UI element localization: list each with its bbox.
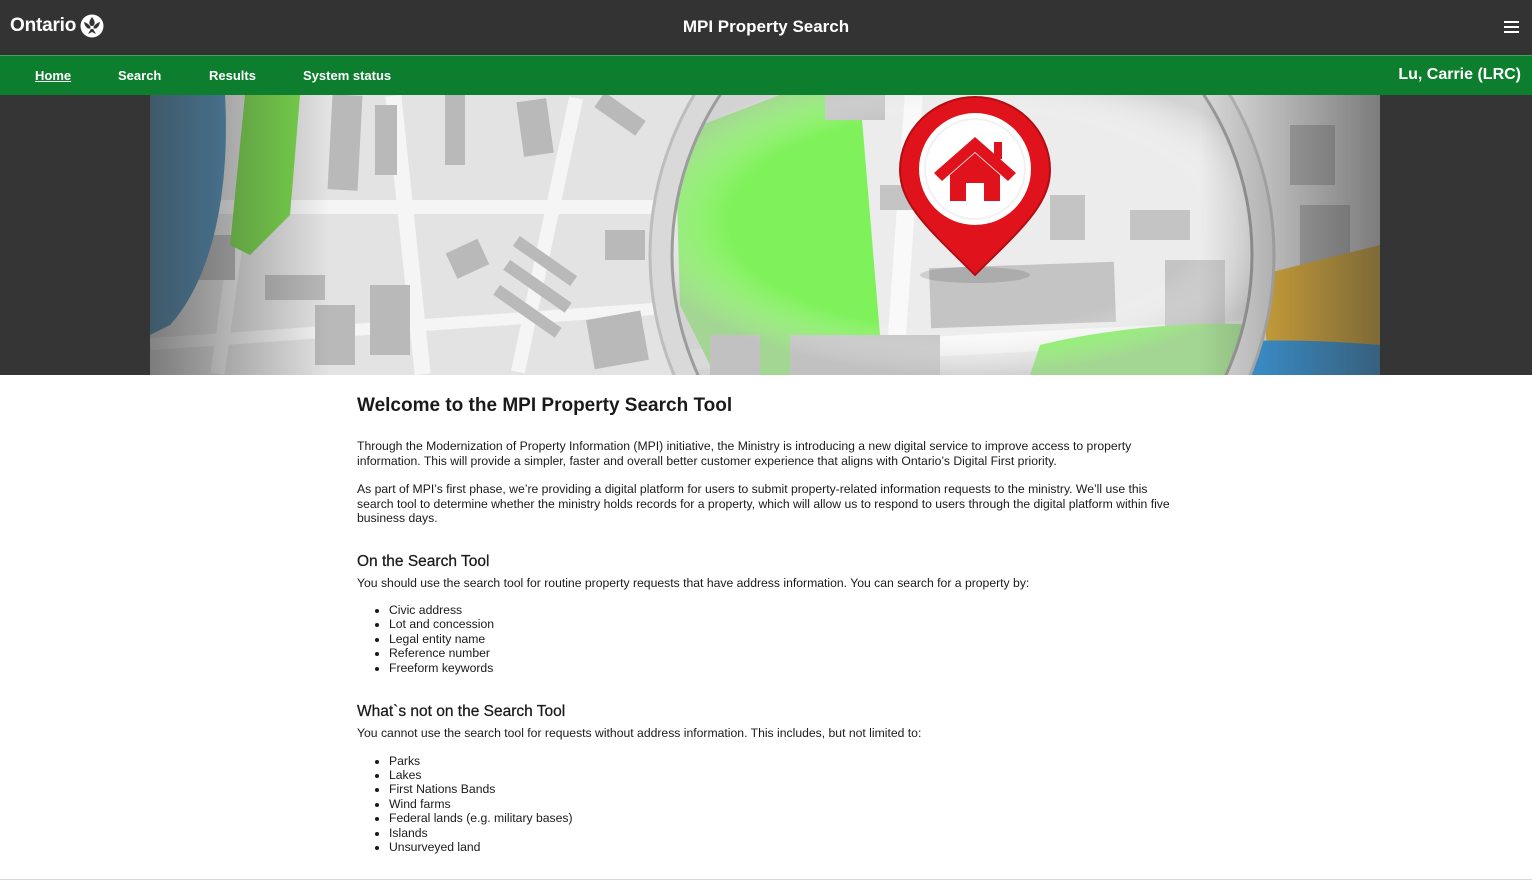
app-title: MPI Property Search [682, 17, 850, 36]
list-item: Islands [389, 826, 1187, 840]
list-item: Wind farms [389, 797, 1187, 811]
intro-paragraph-1: Through the Modernization of Property In… [357, 439, 1132, 468]
list-item: Lakes [389, 768, 1187, 782]
hero-banner [0, 95, 1532, 375]
top-bar: Ontario MPI Property Search [0, 0, 1532, 55]
footer-divider [0, 879, 1532, 880]
main-nav: Home Search Results System status Lu, Ca… [0, 55, 1532, 95]
main-content: Welcome to the MPI Property Search Tool … [357, 375, 1187, 854]
nav-results[interactable]: Results [209, 68, 256, 83]
page-title: Welcome to the MPI Property Search Tool [357, 395, 733, 416]
hamburger-icon[interactable] [1504, 21, 1519, 34]
list-item: Legal entity name [389, 632, 1187, 646]
nav-search[interactable]: Search [118, 68, 161, 83]
list-item: Freeform keywords [389, 661, 1187, 675]
list-item: Parks [389, 754, 1187, 768]
intro-paragraph-2: As part of MPI’s first phase, we’re prov… [357, 482, 1170, 525]
section-text-search-tool: You should use the search tool for routi… [357, 575, 1030, 590]
search-options-list: Civic address Lot and concession Legal e… [357, 603, 1187, 675]
section-heading-search-tool: On the Search Tool [357, 552, 490, 570]
list-item: Civic address [389, 603, 1187, 617]
list-item: Lot and concession [389, 617, 1187, 631]
nav-system-status[interactable]: System status [303, 68, 391, 83]
list-item: Unsurveyed land [389, 840, 1187, 854]
list-item: First Nations Bands [389, 782, 1187, 796]
nav-home[interactable]: Home [35, 68, 71, 83]
exclusions-list: Parks Lakes First Nations Bands Wind far… [357, 754, 1187, 855]
section-text-not-on-tool: You cannot use the search tool for reque… [357, 726, 922, 741]
section-heading-not-on-tool: What`s not on the Search Tool [357, 703, 566, 721]
user-name[interactable]: Lu, Carrie (LRC) [1398, 66, 1521, 84]
list-item: Federal lands (e.g. military bases) [389, 811, 1187, 825]
list-item: Reference number [389, 646, 1187, 660]
map-magnifier-illustration [0, 95, 1532, 375]
